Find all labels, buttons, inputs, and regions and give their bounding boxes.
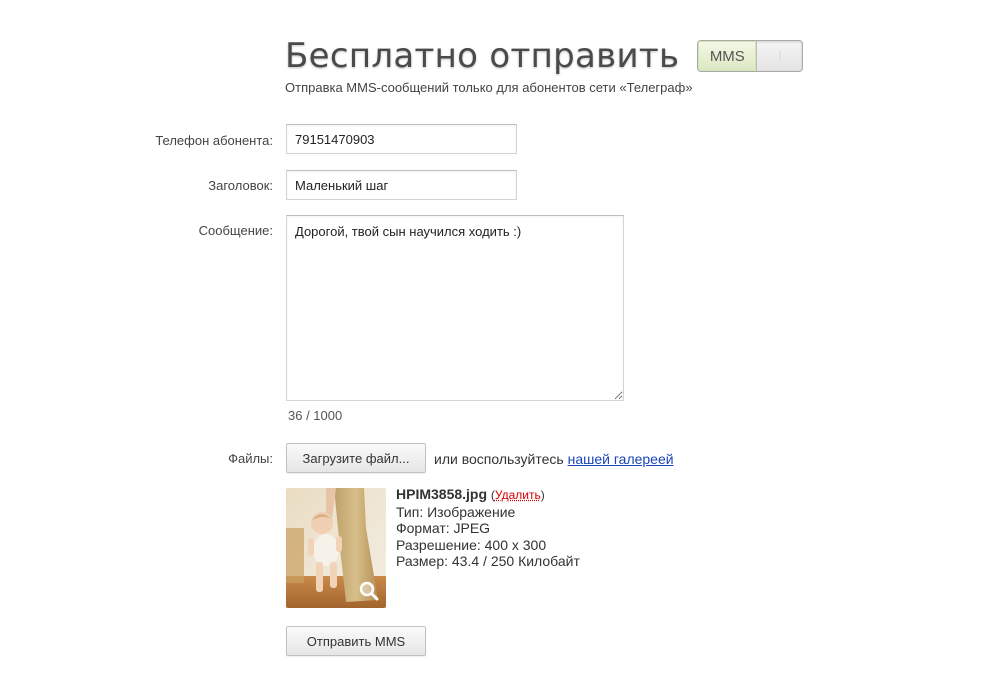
char-counter: 36 / 1000 [288, 408, 343, 423]
phone-label: Телефон абонента: [155, 133, 273, 148]
attachment-thumbnail[interactable] [286, 488, 386, 608]
file-format: Формат: JPEG [396, 520, 491, 536]
page-subtitle: Отправка MMS-сообщений только для абонен… [285, 80, 693, 95]
title-row: Бесплатно отправить MMS [285, 34, 805, 78]
mms-send-page: Бесплатно отправить MMS Отправка MMS-соо… [0, 0, 1000, 700]
message-textarea[interactable]: Дорогой, твой сын научился ходить :) [286, 215, 624, 401]
file-resolution: Разрешение: 400 x 300 [396, 536, 547, 553]
message-label: Сообщение: [198, 223, 273, 238]
file-name-row: HPIM3858.jpg (Удалить) [396, 486, 580, 504]
delete-attachment-link[interactable]: Удалить [495, 488, 541, 502]
file-name: HPIM3858.jpg [396, 486, 488, 502]
gallery-hint: или воспользуйтесь нашей галереей [434, 451, 674, 467]
or-text: или воспользуйтесь [434, 451, 564, 467]
header: Бесплатно отправить MMS Отправка MMS-соо… [285, 34, 805, 95]
mms-toggle[interactable]: MMS [697, 40, 804, 72]
toggle-off-side [757, 41, 802, 71]
phone-input[interactable] [286, 124, 517, 154]
toggle-on-label: MMS [698, 41, 758, 71]
magnifier-icon[interactable] [358, 580, 380, 602]
file-size: Размер: 43.4 / 250 Килобайт [396, 553, 580, 569]
paren-close: ) [540, 488, 545, 502]
gallery-link[interactable]: нашей галереей [568, 451, 674, 467]
attachment-info: HPIM3858.jpg (Удалить) Тип: Изображение … [396, 486, 580, 570]
send-mms-button[interactable]: Отправить MMS [286, 626, 426, 656]
subject-label: Заголовок: [208, 178, 273, 193]
page-title: Бесплатно отправить [285, 36, 680, 76]
subject-input[interactable] [286, 170, 517, 200]
upload-file-button[interactable]: Загрузите файл... [286, 443, 426, 473]
toggle-grip-icon [779, 51, 781, 61]
files-label: Файлы: [228, 451, 273, 466]
file-type: Тип: Изображение [396, 503, 516, 520]
